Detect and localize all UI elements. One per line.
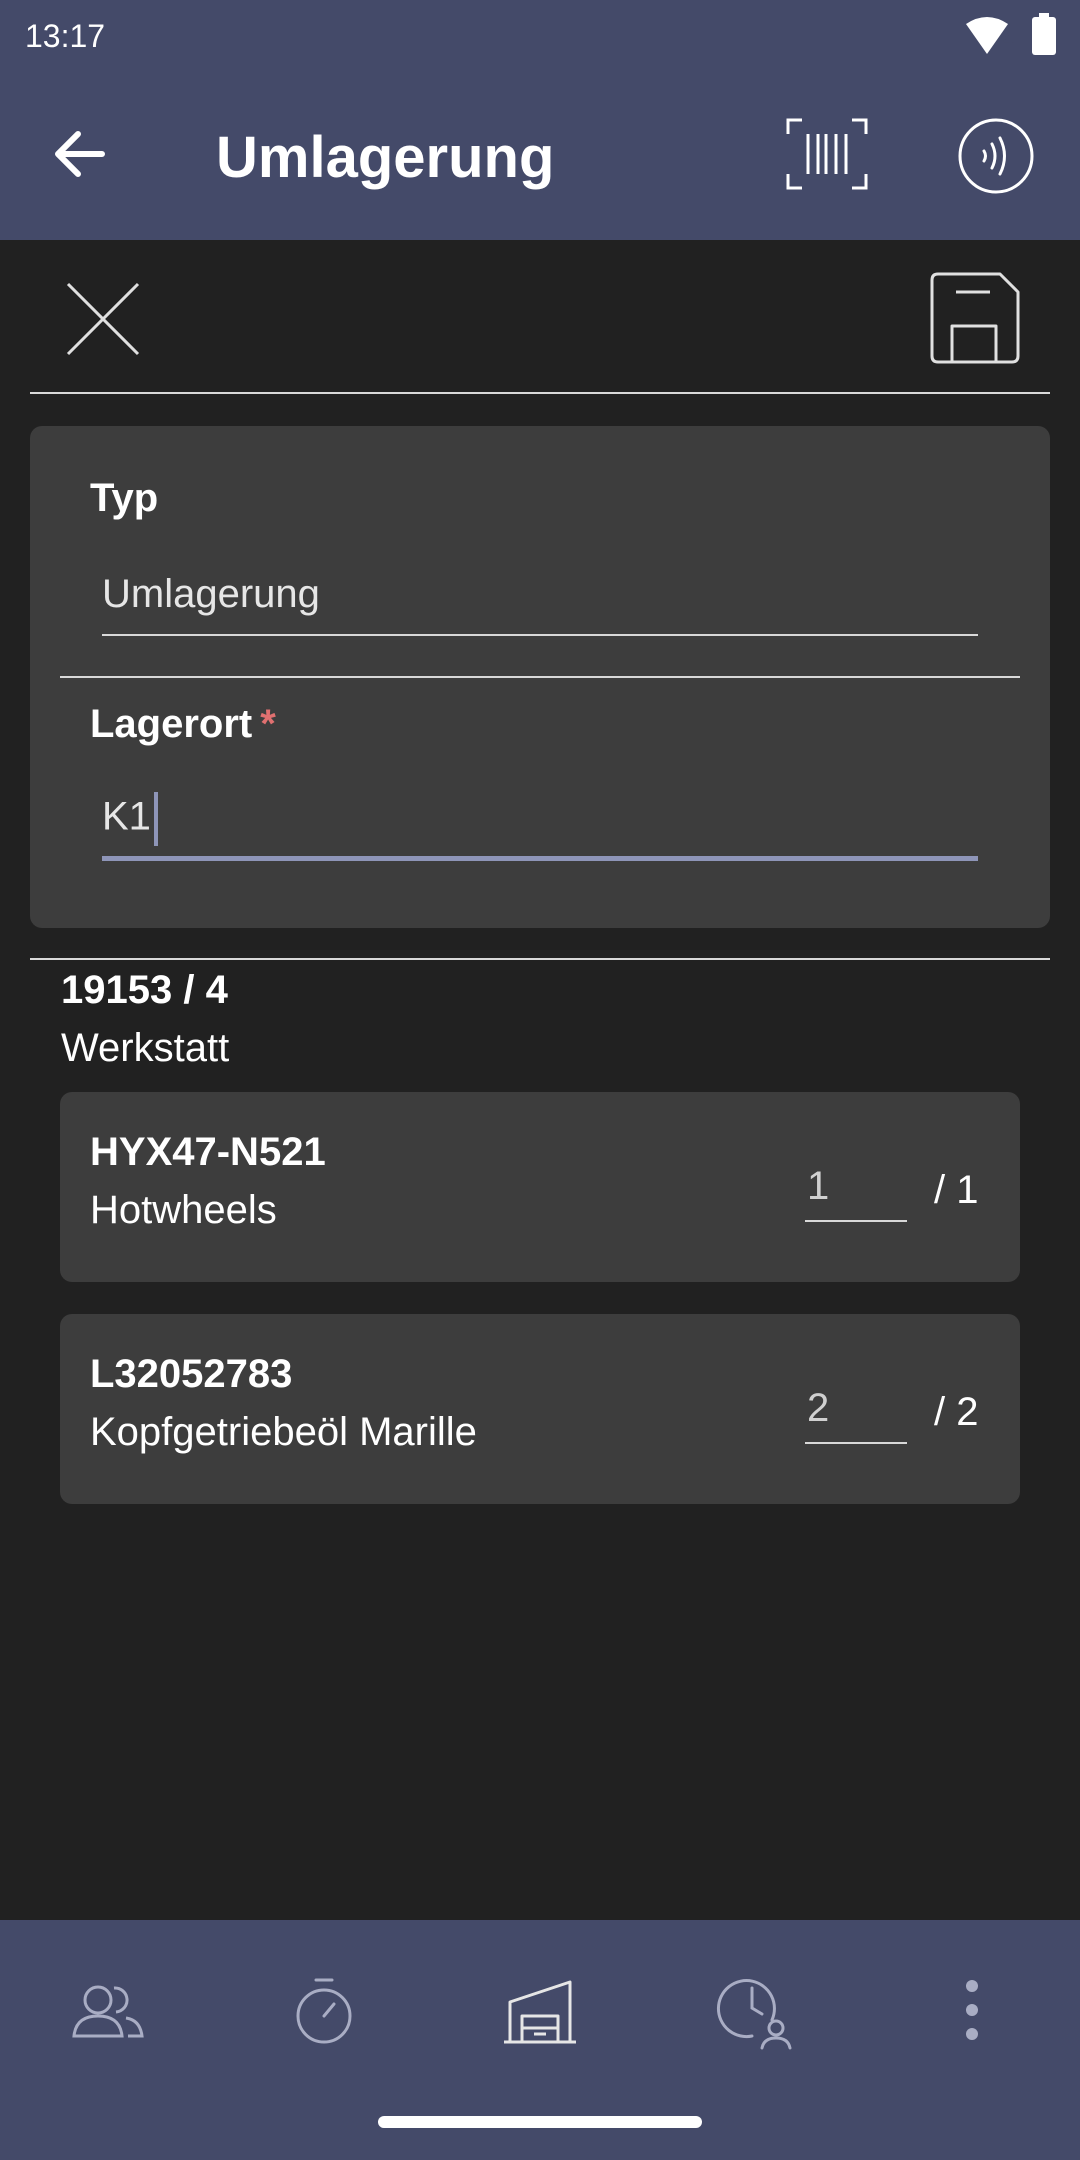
save-button[interactable] bbox=[930, 272, 1020, 364]
nav-item-people[interactable] bbox=[68, 1970, 148, 2050]
barcode-scan-icon bbox=[786, 118, 868, 190]
nav-item-more[interactable] bbox=[932, 1970, 1012, 2050]
floppy-disk-icon bbox=[930, 272, 1020, 364]
item-name: Hotwheels bbox=[90, 1188, 277, 1232]
page-title: Umlagerung bbox=[216, 125, 555, 190]
nav-item-time-tracking[interactable] bbox=[716, 1970, 796, 2050]
quantity-input[interactable]: 1 bbox=[805, 1164, 907, 1222]
form-card: Typ Umlagerung Lagerort * K1 bbox=[30, 426, 1050, 928]
nav-item-timer[interactable] bbox=[284, 1970, 364, 2050]
list-item[interactable]: L32052783 Kopfgetriebeöl Marille 2 / 2 bbox=[60, 1314, 1020, 1504]
form-divider bbox=[60, 676, 1020, 678]
more-vertical-icon bbox=[966, 1980, 978, 2040]
wifi-badge: 4 bbox=[1002, 28, 1014, 50]
clock-user-icon bbox=[716, 1979, 792, 2050]
wifi-icon: 4 bbox=[964, 16, 1014, 56]
arrow-left-icon bbox=[55, 131, 105, 177]
status-icons: 4 bbox=[964, 12, 1056, 60]
location-input[interactable]: K1 bbox=[102, 792, 158, 846]
nav-item-warehouse[interactable] bbox=[500, 1970, 580, 2050]
warehouse-icon bbox=[504, 1980, 576, 2044]
type-field-underline bbox=[102, 634, 978, 636]
location-label: Lagerort * bbox=[90, 702, 276, 747]
status-time: 13:17 bbox=[25, 18, 106, 54]
required-marker: * bbox=[260, 702, 276, 746]
nfc-button[interactable] bbox=[956, 116, 1036, 196]
battery-icon bbox=[1032, 12, 1056, 60]
type-field[interactable]: Umlagerung bbox=[102, 572, 320, 617]
status-bar: 13:17 4 bbox=[0, 0, 1080, 72]
quantity-total: / 1 bbox=[934, 1168, 979, 1212]
quantity-total: / 2 bbox=[934, 1390, 979, 1434]
barcode-scan-button[interactable] bbox=[786, 118, 868, 190]
home-indicator[interactable] bbox=[378, 2116, 702, 2128]
close-icon bbox=[66, 282, 140, 356]
location-label-text: Lagerort bbox=[90, 702, 253, 746]
item-code: L32052783 bbox=[90, 1352, 293, 1396]
toolbar-divider bbox=[30, 392, 1050, 394]
order-number: 19153 / 4 bbox=[61, 968, 228, 1012]
people-icon bbox=[72, 1985, 144, 2038]
list-item[interactable]: HYX47-N521 Hotwheels 1 / 1 bbox=[60, 1092, 1020, 1282]
location-value: K1 bbox=[102, 794, 151, 839]
order-location: Werkstatt bbox=[61, 1026, 230, 1070]
item-code: HYX47-N521 bbox=[90, 1130, 326, 1174]
quantity-input[interactable]: 2 bbox=[805, 1386, 907, 1444]
app-bar: Umlagerung bbox=[0, 72, 1080, 240]
nfc-icon bbox=[958, 118, 1034, 194]
item-name: Kopfgetriebeöl Marille bbox=[90, 1410, 477, 1454]
text-caret bbox=[153, 792, 158, 846]
type-label: Typ bbox=[90, 476, 159, 520]
section-divider bbox=[30, 958, 1050, 960]
location-input-underline bbox=[102, 856, 978, 861]
close-button[interactable] bbox=[64, 280, 142, 358]
back-button[interactable] bbox=[50, 122, 114, 186]
stopwatch-icon bbox=[296, 1978, 352, 2044]
